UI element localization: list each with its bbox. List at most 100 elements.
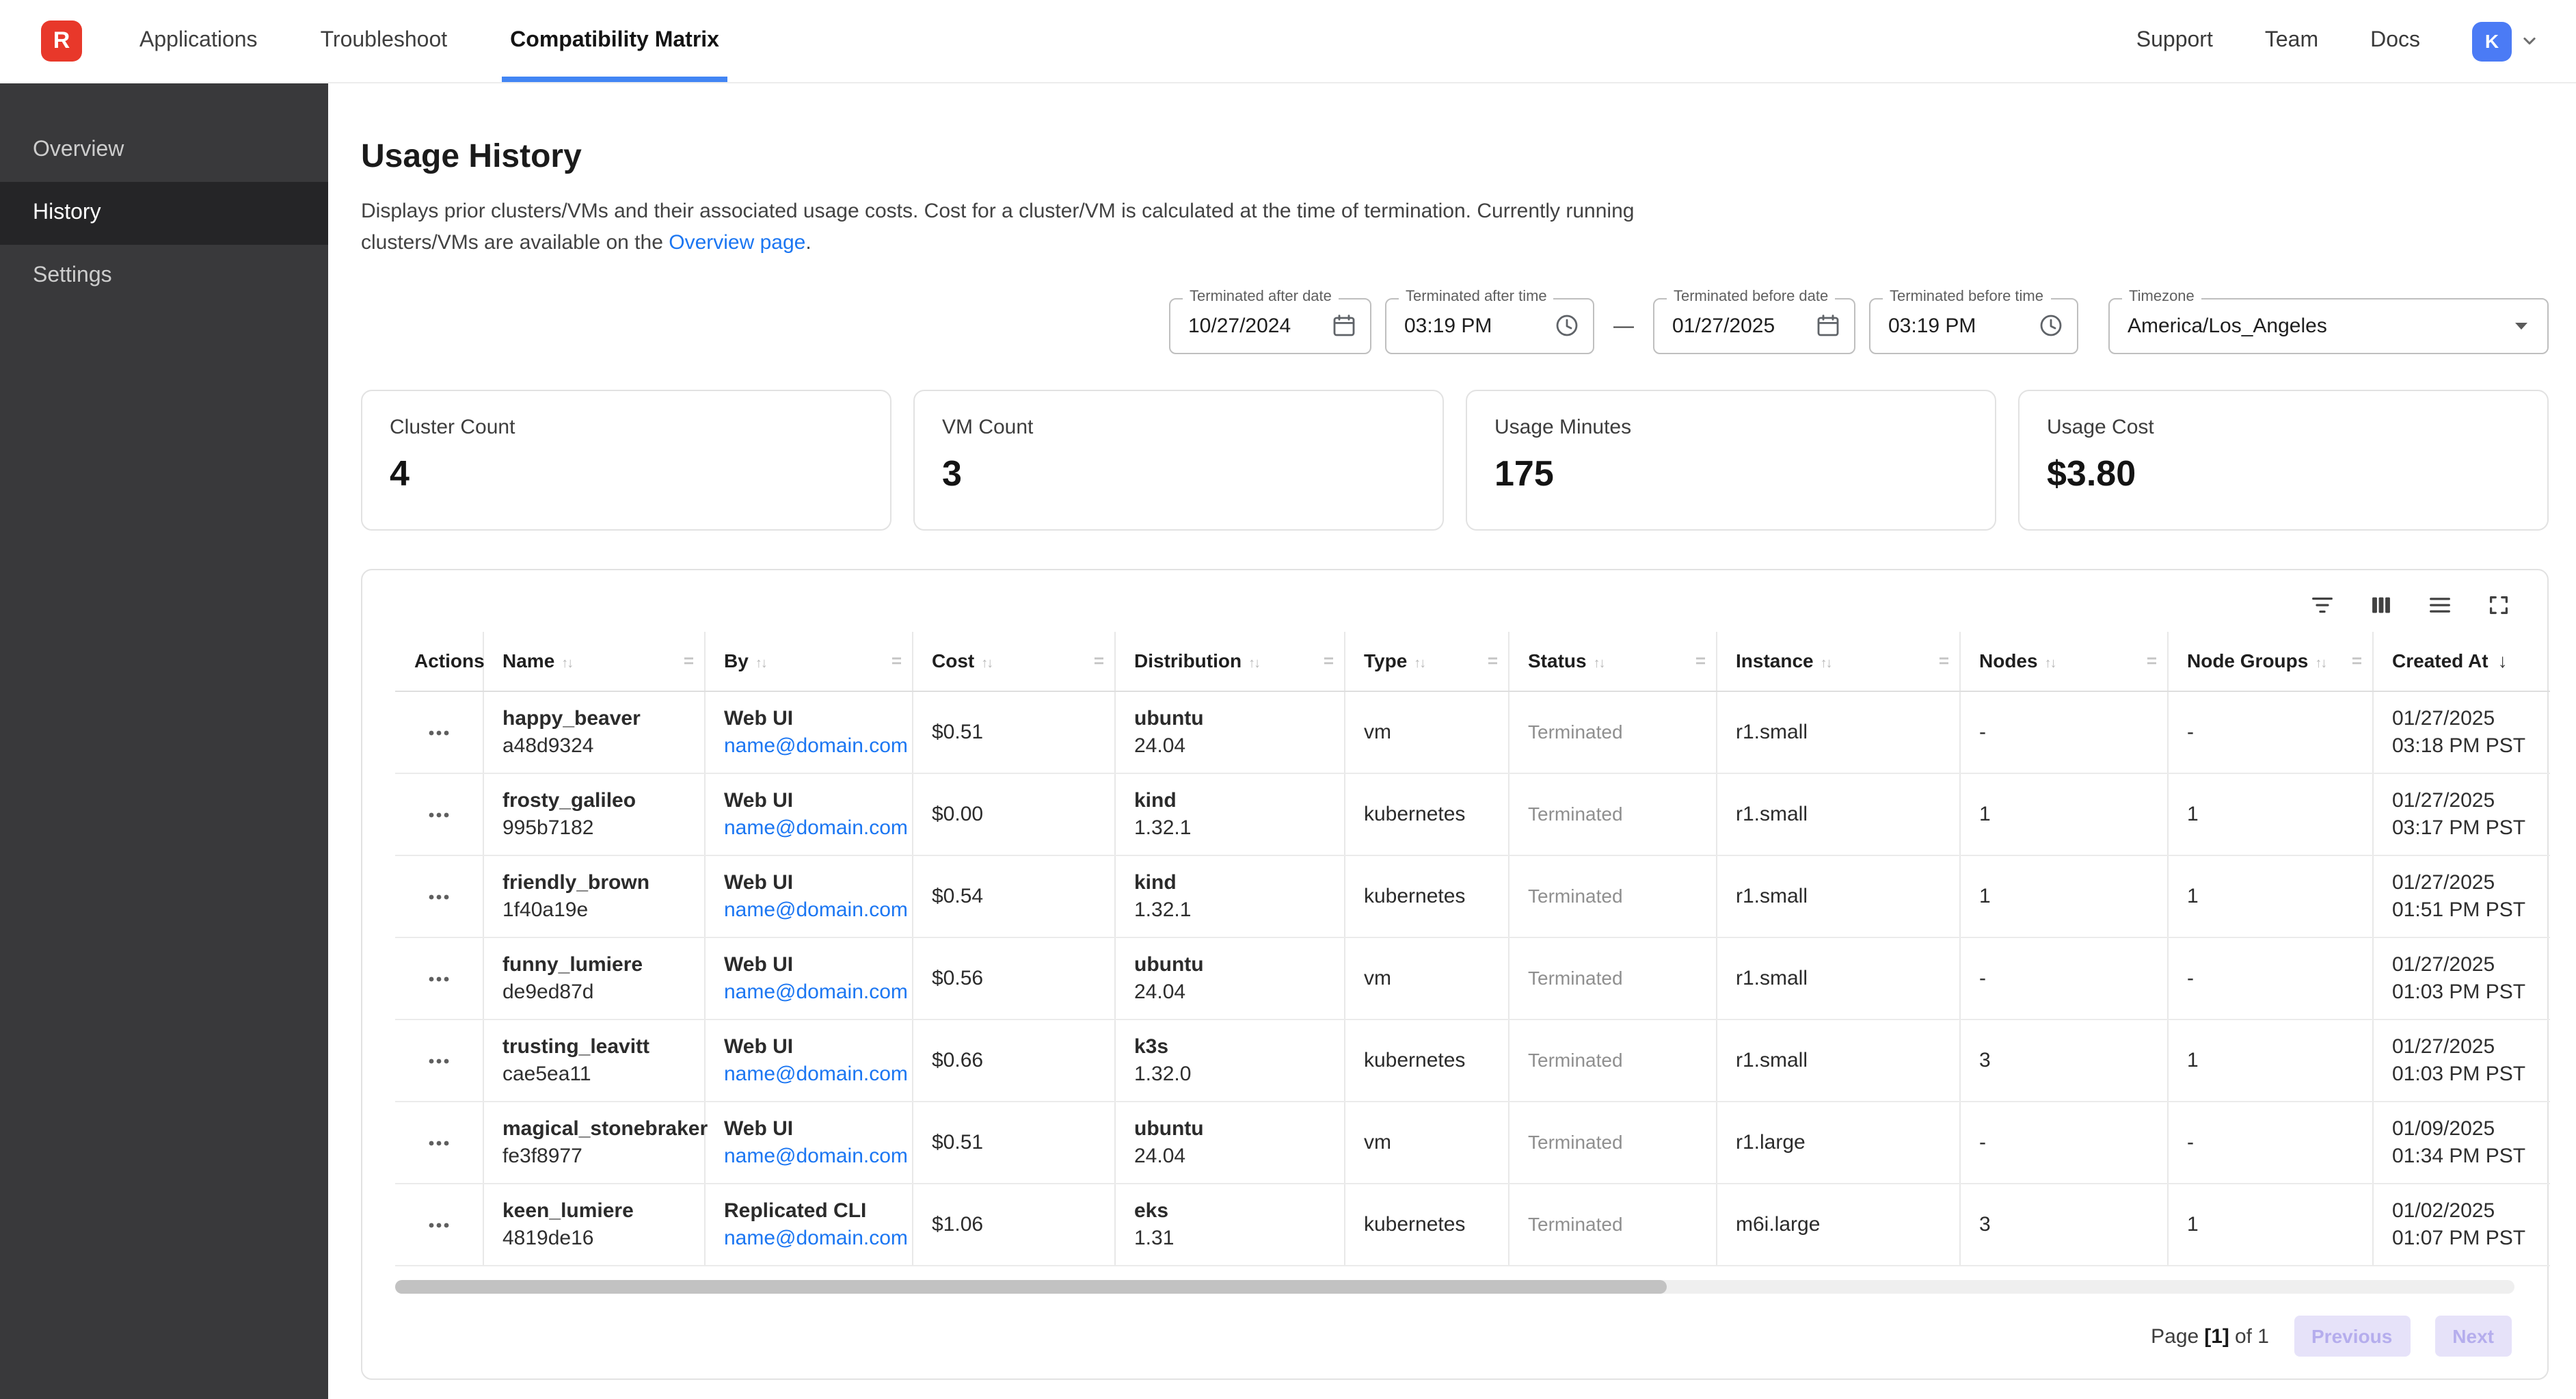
column-menu-icon[interactable]: = (1094, 651, 1104, 671)
column-header-created-at[interactable]: Created At↓ (2372, 631, 2550, 691)
tab-compatibility-matrix[interactable]: Compatibility Matrix (510, 0, 719, 82)
previous-page-button[interactable]: Previous (2294, 1316, 2410, 1357)
tab-applications[interactable]: Applications (139, 0, 258, 82)
field-value: 03:19 PM (1888, 314, 2037, 337)
cell-instance: r1.small (1716, 855, 1959, 937)
user-menu[interactable]: K (2472, 21, 2540, 61)
column-menu-icon[interactable]: = (2352, 651, 2362, 671)
column-header-status[interactable]: Status↑↓= (1508, 631, 1716, 691)
table-body: happy_beaver a48d9324 Web UI name@domain… (395, 691, 2550, 1266)
column-header-by[interactable]: By↑↓= (704, 631, 912, 691)
cluster-id: cae5ea11 (502, 1061, 684, 1088)
sidebar-item-overview[interactable]: Overview (0, 119, 328, 182)
stat-cards: Cluster Count 4 VM Count 3 Usage Minutes… (361, 389, 2549, 530)
column-header-nodes[interactable]: Nodes↑↓= (1959, 631, 2167, 691)
column-header-cost[interactable]: Cost↑↓= (912, 631, 1114, 691)
created-by-email-link[interactable]: name@domain.com (724, 896, 908, 924)
terminated-after-date-field[interactable]: Terminated after date 10/27/2024 (1169, 297, 1371, 354)
distribution-name: ubuntu (1134, 1115, 1324, 1143)
density-icon[interactable] (2427, 591, 2453, 617)
column-header-distribution[interactable]: Distribution↑↓= (1114, 631, 1344, 691)
timezone-select[interactable]: Timezone America/Los_Angeles (2108, 297, 2549, 354)
nav-docs-link[interactable]: Docs (2370, 29, 2420, 53)
created-by-email-link[interactable]: name@domain.com (724, 1143, 908, 1170)
row-actions-button[interactable] (420, 959, 458, 998)
created-by-email-link[interactable]: name@domain.com (724, 978, 908, 1006)
overview-page-link[interactable]: Overview page (669, 232, 805, 255)
created-by-email-link[interactable]: name@domain.com (724, 732, 908, 760)
sidebar: Overview History Settings (0, 83, 328, 1399)
sidebar-item-settings[interactable]: Settings (0, 245, 328, 308)
nav-support-link[interactable]: Support (2136, 29, 2213, 53)
column-menu-icon[interactable]: = (1939, 651, 1949, 671)
cell-cost: $1.06 (912, 1184, 1114, 1266)
tab-troubleshoot[interactable]: Troubleshoot (321, 0, 448, 82)
calendar-icon[interactable] (1814, 312, 1842, 339)
cell-cost: $0.66 (912, 1020, 1114, 1102)
sort-icon[interactable]: ↑↓ (1414, 657, 1425, 672)
created-by-email-link[interactable]: name@domain.com (724, 1225, 908, 1252)
cell-type: kubernetes (1344, 1020, 1508, 1102)
created-by-source: Web UI (724, 1033, 892, 1061)
avatar: K (2472, 21, 2512, 61)
calendar-icon[interactable] (1330, 312, 1358, 339)
terminated-before-date-field[interactable]: Terminated before date 01/27/2025 (1653, 297, 1855, 354)
cell-instance: m6i.large (1716, 1184, 1959, 1266)
column-menu-icon[interactable]: = (2147, 651, 2157, 671)
created-date: 01/09/2025 (2392, 1115, 2531, 1143)
field-label: Terminated after date (1183, 288, 1339, 304)
cell-by: Web UI name@domain.com (704, 1102, 912, 1184)
fullscreen-icon[interactable] (2486, 591, 2512, 617)
row-actions-button[interactable] (420, 1123, 458, 1162)
clock-icon[interactable] (2037, 312, 2065, 339)
column-header-node-groups[interactable]: Node Groups↑↓= (2167, 631, 2372, 691)
sort-icon[interactable]: ↑↓ (755, 657, 766, 672)
table-wrap: Actions Name↑↓= By↑↓= Cost↑↓= Distributi… (362, 631, 2547, 1266)
row-actions-button[interactable] (420, 1205, 458, 1244)
description-text: Displays prior clusters/VMs and their as… (361, 200, 1634, 255)
terminated-before-time-field[interactable]: Terminated before time 03:19 PM (1869, 297, 2078, 354)
column-menu-icon[interactable]: = (1324, 651, 1334, 671)
sort-icon[interactable]: ↑↓ (2315, 657, 2326, 672)
column-header-type[interactable]: Type↑↓= (1344, 631, 1508, 691)
cluster-id: 995b7182 (502, 814, 684, 842)
filter-icon[interactable] (2309, 591, 2335, 617)
column-header-name[interactable]: Name↑↓= (483, 631, 704, 691)
replicated-logo-icon[interactable]: R (41, 21, 82, 62)
top-navbar: R Applications Troubleshoot Compatibilit… (0, 0, 2576, 83)
sort-icon[interactable]: ↑↓ (2045, 657, 2056, 672)
cell-type: kubernetes (1344, 1184, 1508, 1266)
column-menu-icon[interactable]: = (1695, 651, 1706, 671)
created-date: 01/02/2025 (2392, 1197, 2531, 1225)
cell-name: friendly_brown 1f40a19e (483, 855, 704, 937)
terminated-after-time-field[interactable]: Terminated after time 03:19 PM (1385, 297, 1594, 354)
sidebar-item-history[interactable]: History (0, 182, 328, 245)
field-value: 10/27/2024 (1188, 314, 1330, 337)
sort-icon[interactable]: ↑↓ (1248, 657, 1259, 672)
cell-distribution: kind 1.32.1 (1114, 855, 1344, 937)
row-actions-button[interactable] (420, 1041, 458, 1080)
column-menu-icon[interactable]: = (1488, 651, 1498, 671)
sort-icon[interactable]: ↑↓ (1821, 657, 1832, 672)
created-by-email-link[interactable]: name@domain.com (724, 814, 908, 842)
next-page-button[interactable]: Next (2434, 1316, 2512, 1357)
status-badge: Terminated (1528, 1213, 1623, 1235)
column-menu-icon[interactable]: = (891, 651, 902, 671)
sort-icon[interactable]: ↑↓ (561, 657, 572, 672)
nav-team-link[interactable]: Team (2265, 29, 2318, 53)
table-row: trusting_leavitt cae5ea11 Web UI name@do… (395, 1020, 2550, 1102)
sort-icon[interactable]: ↑↓ (1594, 657, 1605, 672)
row-actions-button[interactable] (420, 877, 458, 916)
column-header-instance[interactable]: Instance↑↓= (1716, 631, 1959, 691)
clock-icon[interactable] (1553, 312, 1581, 339)
horizontal-scrollbar-track[interactable] (395, 1280, 2514, 1294)
distribution-name: kind (1134, 787, 1324, 814)
horizontal-scrollbar-thumb[interactable] (395, 1280, 1667, 1294)
row-actions-button[interactable] (420, 795, 458, 834)
created-by-email-link[interactable]: name@domain.com (724, 1061, 908, 1088)
column-menu-icon[interactable]: = (684, 651, 694, 671)
sort-desc-icon[interactable]: ↓ (2498, 650, 2508, 672)
columns-icon[interactable] (2368, 591, 2394, 617)
row-actions-button[interactable] (420, 713, 458, 751)
sort-icon[interactable]: ↑↓ (981, 657, 992, 672)
